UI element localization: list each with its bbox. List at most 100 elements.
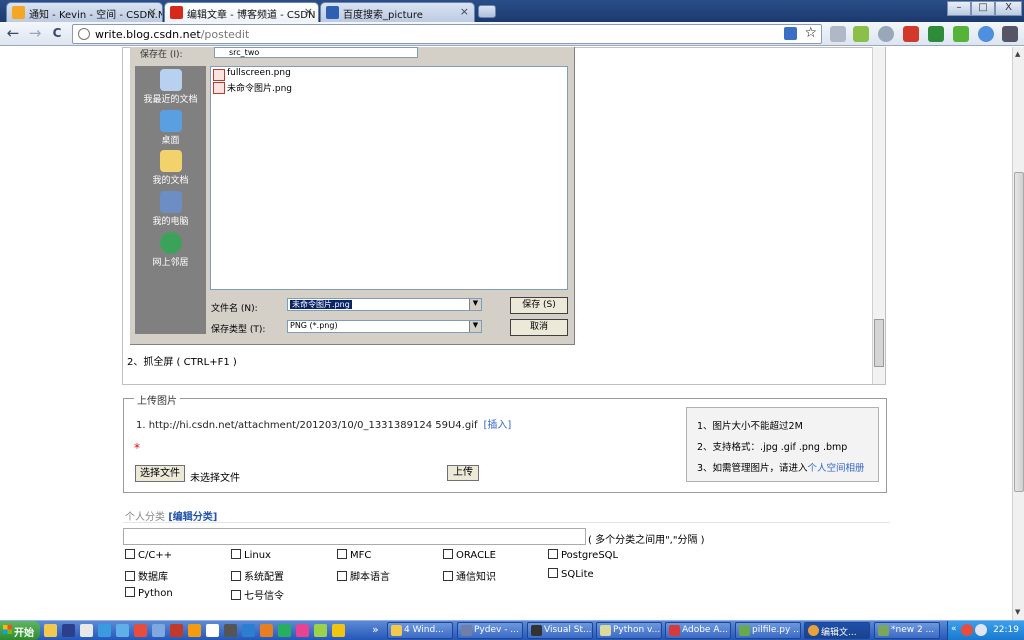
tab-edit-article[interactable]: 编辑文章 - 博客频道 - CSDN × (164, 2, 319, 22)
extension-blue-icon[interactable] (978, 26, 994, 42)
quicklaunch-icon[interactable] (44, 624, 57, 637)
quicklaunch-icon[interactable] (278, 624, 291, 637)
filetype-label: 保存类型 (T): (211, 325, 266, 335)
category-checkbox[interactable]: ORACLE (443, 549, 496, 561)
place-label: 我的文档 (152, 176, 189, 186)
taskbar-button[interactable]: 4 Wind... (387, 622, 453, 639)
insert-link[interactable]: [插入] (484, 420, 512, 431)
filename-value: 未命令图片.png (290, 300, 352, 309)
tab-csdn-notifications[interactable]: 通知 - Kevin - 空间 - CSDN.NE × (6, 2, 163, 22)
category-checkbox[interactable]: 七号信令 (231, 587, 284, 602)
python-file-icon (739, 625, 750, 636)
start-button[interactable]: 开始 (0, 621, 40, 640)
dialog-cancel-button: 取消 (510, 319, 568, 336)
upload-tips-box: 1、图片大小不能超过2M 2、支持格式：.jpg .gif .png .bmp … (686, 407, 879, 482)
extension-adobe-icon[interactable] (903, 26, 919, 42)
quicklaunch-icon[interactable] (80, 624, 93, 637)
quicklaunch-icon[interactable] (152, 624, 165, 637)
page-scrollbar[interactable]: ▲ ▼ (1012, 47, 1024, 620)
category-checkbox[interactable]: 系统配置 (231, 568, 284, 583)
category-checkbox[interactable]: 脚本语言 (337, 568, 390, 583)
quicklaunch-icon[interactable] (188, 624, 201, 637)
forward-arrow-icon[interactable]: → (26, 25, 44, 43)
taskbar-button[interactable]: *new 2 ... (874, 622, 940, 639)
page-scroll-thumb[interactable] (1014, 172, 1024, 492)
address-bar[interactable]: write.blog.csdn.net/postedit ☆ (72, 24, 822, 44)
quicklaunch-icon[interactable] (62, 624, 75, 637)
quicklaunch-icon[interactable] (314, 624, 327, 637)
reload-icon[interactable]: C (48, 25, 66, 43)
volume-tray-icon[interactable] (975, 624, 987, 636)
tab-title: 百度搜索_picture (343, 10, 423, 21)
tab-strip: 通知 - Kevin - 空间 - CSDN.NE × 编辑文章 - 博客频道 … (0, 0, 1024, 22)
category-checkbox[interactable]: PostgreSQL (548, 549, 618, 561)
category-checkbox[interactable]: SQLite (548, 568, 594, 580)
editor-text-line: 2、抓全屏 ( CTRL+F1 ) (127, 357, 237, 368)
extension-signal-icon[interactable] (953, 26, 969, 42)
attachment-url: 1. http://hi.csdn.net/attachment/201203/… (136, 420, 478, 431)
page-action-icon[interactable] (784, 27, 797, 40)
taskbar-button[interactable]: Visual St... (527, 622, 593, 639)
tab-close-icon[interactable]: × (148, 5, 157, 18)
taskbar-button[interactable]: Pydev - ... (457, 622, 523, 639)
extension-grid-icon[interactable] (830, 26, 846, 42)
maximize-button[interactable]: □ (971, 1, 995, 16)
quicklaunch-icon[interactable] (224, 624, 237, 637)
bookmark-star-icon[interactable]: ☆ (804, 25, 817, 41)
choose-file-button[interactable]: 选择文件 (135, 465, 185, 482)
editor-scrollbar[interactable] (872, 47, 885, 384)
quicklaunch-icon[interactable] (170, 624, 183, 637)
quicklaunch-icon[interactable] (260, 624, 273, 637)
place-desktop: 桌面 (135, 110, 206, 146)
minimize-button[interactable]: – (947, 1, 971, 16)
notepad-plus-icon (878, 625, 889, 636)
taskbar-button-label: 编辑文... (821, 628, 857, 638)
quicklaunch-icon[interactable] (296, 624, 309, 637)
quicklaunch-icon[interactable] (242, 624, 255, 637)
scroll-up-icon[interactable]: ▲ (1015, 50, 1023, 58)
quicklaunch-icon[interactable] (116, 624, 129, 637)
place-label: 桌面 (161, 136, 180, 146)
close-window-button[interactable]: X (995, 1, 1022, 16)
quicklaunch-icon[interactable] (332, 624, 345, 637)
category-checkbox[interactable]: C/C++ (125, 549, 172, 561)
tab-close-icon[interactable]: × (304, 5, 313, 18)
place-label: 我最近的文档 (143, 95, 198, 105)
tray-chevron-icon[interactable]: « (951, 624, 957, 634)
album-link[interactable]: 个人空间相册 (808, 463, 865, 474)
category-input[interactable] (123, 528, 586, 545)
quicklaunch-overflow-icon[interactable]: » (372, 623, 379, 636)
category-checkbox[interactable]: 通信知识 (443, 568, 496, 583)
upload-button[interactable]: 上传 (447, 465, 479, 481)
category-header: 个人分类 [编辑分类] (125, 508, 217, 523)
taskbar-button[interactable]: 编辑文... (804, 622, 870, 639)
category-checkbox[interactable]: Python (125, 587, 173, 599)
dialog-save-button: 保存 (S) (510, 297, 568, 314)
category-checkbox[interactable]: 数据库 (125, 568, 168, 583)
quicklaunch-icon[interactable] (206, 624, 219, 637)
new-tab-button[interactable] (478, 5, 496, 18)
quicklaunch-icon[interactable] (98, 624, 111, 637)
category-checkbox[interactable]: Linux (231, 549, 271, 561)
back-arrow-icon[interactable]: ← (4, 25, 22, 43)
extension-chart-icon[interactable] (928, 26, 944, 42)
quicklaunch-icon[interactable] (134, 624, 147, 637)
attachment-line: 1. http://hi.csdn.net/attachment/201203/… (136, 416, 511, 431)
taskbar-button[interactable]: Adobe A... (665, 622, 731, 639)
editor-scroll-thumb[interactable] (874, 319, 884, 367)
place-my-documents: 我的文档 (135, 150, 206, 186)
tab-baidu-search[interactable]: 百度搜索_picture × (320, 2, 475, 22)
page-globe-icon (78, 28, 90, 40)
wrench-menu-icon[interactable] (1002, 26, 1018, 42)
category-checkbox[interactable]: MFC (337, 549, 371, 561)
taskbar-button[interactable]: pilfile.py ... (735, 622, 801, 639)
extension-map-icon[interactable] (853, 26, 869, 42)
taskbar-button[interactable]: Python v... (596, 622, 662, 639)
scroll-down-icon[interactable]: ▼ (1015, 608, 1023, 616)
tab-close-icon[interactable]: × (460, 5, 469, 18)
folder-icon (391, 625, 402, 636)
qq-tray-icon[interactable] (961, 624, 973, 636)
extension-settings-icon[interactable] (878, 26, 894, 42)
eclipse-icon (461, 625, 472, 636)
filename-label: 文件名 (N): (211, 304, 258, 314)
